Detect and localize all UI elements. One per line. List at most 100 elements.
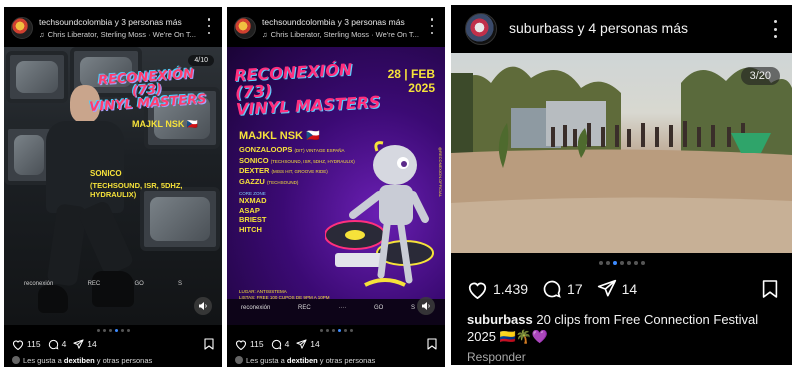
avatar	[235, 356, 243, 364]
volume-icon[interactable]	[417, 297, 435, 315]
artist-label: MAJKL NSK	[132, 119, 185, 129]
post-media[interactable]: 3/20	[451, 53, 792, 253]
comment-button[interactable]: 17	[542, 279, 583, 299]
avatar[interactable]	[234, 17, 256, 39]
comment-icon	[48, 339, 58, 349]
post-music[interactable]: ♫ Chris Liberator, Sterling Moss · We're …	[262, 30, 419, 39]
lineup-item: SONICO (TECHSOUND, ISR, 5DHZ, HYDRAULIX)	[239, 156, 359, 167]
comment-count: 4	[284, 339, 290, 349]
headliner: MAJKL NSK 🇨🇿	[239, 129, 359, 142]
avatar[interactable]	[11, 17, 33, 39]
carousel-indicator	[227, 329, 445, 332]
post-actions: 115 4 14	[12, 336, 214, 352]
headliner-label: MAJKL NSK	[239, 130, 303, 142]
post-author[interactable]: techsoundcolombia y 3 personas más	[39, 17, 182, 27]
share-count: 14	[310, 339, 320, 349]
lineup-item: DEXTER (MISS HIT, GROOVE RIDE)	[239, 166, 359, 177]
post-actions: 115 4 14	[235, 336, 437, 352]
liked-by[interactable]: Les gusta a dextiben y otras personas	[235, 356, 375, 365]
performer-name: SONICO	[90, 169, 122, 178]
event-date: 28 | FEB 2025	[388, 67, 435, 95]
lineup-note: (TECHSOUND, ISR, 5DHZ, HYDRAULIX)	[270, 158, 355, 164]
carousel-indicator	[4, 329, 222, 332]
poster-title: RECONEXIÓN (73) VINYL MASTERS	[81, 67, 213, 115]
vertical-handle: @RECONEXION.OFFICIAL	[438, 147, 443, 198]
share-button[interactable]: 14	[296, 338, 320, 350]
logo-go: GO	[134, 281, 144, 287]
slide-counter: 3/20	[740, 67, 780, 85]
lineup-note: (MISS HIT, GROOVE RIDE)	[271, 169, 328, 174]
share-button[interactable]: 14	[597, 279, 638, 299]
event-date-day: 28 | FEB	[387, 67, 435, 81]
caption-author[interactable]: suburbass	[467, 312, 533, 327]
comment-icon	[271, 339, 281, 349]
post-music[interactable]: ♫ Chris Liberator, Sterling Moss · We're …	[39, 30, 196, 39]
more-icon[interactable]	[770, 20, 780, 38]
liked-by-user[interactable]: dextiben	[287, 356, 318, 365]
post-media[interactable]: RECONEXIÓN (73) VINYL MASTERS MAJKL NSK …	[4, 47, 222, 325]
lineup-item: GONZALOOPS (DIT) VINTAGE ESPAÑA	[239, 145, 359, 156]
music-note-icon: ♫	[262, 30, 268, 39]
heart-icon	[468, 282, 487, 299]
post-panel-3: suburbass y 4 personas más 3/20 1.439 17…	[451, 5, 792, 365]
music-label: Chris Liberator, Sterling Moss · We're O…	[270, 30, 419, 39]
liked-by[interactable]: Les gusta a dextiben y otras personas	[12, 356, 152, 365]
logo-reconexion: reconexión	[241, 305, 271, 311]
comment-button[interactable]: 4	[48, 339, 67, 350]
sponsor-logos: reconexión REC GO S	[24, 279, 182, 289]
liked-by-prefix: Les gusta a	[246, 356, 287, 365]
post-panel-2: techsoundcolombia y 3 personas más ♫ Chri…	[227, 7, 445, 367]
share-icon	[73, 338, 84, 349]
post-panel-1: techsoundcolombia y 3 personas más ♫ Chri…	[4, 7, 222, 367]
liked-by-user[interactable]: dextiben	[64, 356, 95, 365]
post-author[interactable]: suburbass y 4 personas más	[509, 20, 688, 36]
poster-title: RECONEXIÓN (73) VINYL MASTERS	[234, 59, 386, 119]
volume-icon[interactable]	[194, 297, 212, 315]
share-count: 14	[621, 281, 638, 297]
avatar[interactable]	[465, 13, 497, 45]
music-note-icon: ♫	[39, 30, 45, 39]
logo-dots: ····	[338, 305, 347, 311]
comment-count: 4	[61, 339, 67, 349]
lineup-name: GAZZU	[239, 176, 265, 186]
post-actions: 1.439 17 14	[467, 277, 778, 301]
heart-icon	[235, 339, 247, 350]
comment-button[interactable]: 4	[271, 339, 290, 350]
heart-icon	[12, 339, 24, 350]
post-header: techsoundcolombia y 3 personas más ♫ Chri…	[4, 7, 222, 47]
carousel-indicator	[451, 261, 792, 265]
liked-by-prefix: Les gusta a	[23, 356, 64, 365]
like-count: 115	[250, 339, 264, 349]
sponsor-logos: reconexión REC ···· GO S	[241, 303, 415, 313]
post-media[interactable]: RECONEXIÓN (73) VINYL MASTERS 28 | FEB 2…	[227, 47, 445, 325]
bookmark-icon[interactable]	[762, 279, 778, 299]
like-button[interactable]: 115	[12, 339, 41, 350]
artist-name: MAJKL NSK 🇨🇿	[132, 119, 198, 130]
lineup-name: SONICO	[239, 155, 269, 165]
reply-button[interactable]: Responder	[467, 350, 526, 364]
post-header: techsoundcolombia y 3 personas más ♫ Chri…	[227, 7, 445, 47]
flag-icon: 🇨🇿	[306, 130, 320, 142]
share-button[interactable]: 14	[73, 338, 97, 350]
bookmark-icon[interactable]	[427, 338, 437, 350]
music-label: Chris Liberator, Sterling Moss · We're O…	[47, 30, 196, 39]
share-count: 14	[87, 339, 97, 349]
post-author[interactable]: techsoundcolombia y 3 personas más	[262, 17, 405, 27]
like-button[interactable]: 115	[235, 339, 264, 350]
liked-by-suffix: y otras personas	[94, 356, 153, 365]
lineup-note: (TECHSOUND)	[266, 179, 299, 185]
share-icon	[597, 279, 616, 297]
comment-count: 17	[567, 281, 583, 297]
like-button[interactable]: 1.439	[467, 280, 528, 299]
lineup-item: GAZZU (TECHSOUND)	[239, 177, 359, 188]
more-icon[interactable]	[427, 18, 437, 34]
post-caption: suburbass 20 clips from Free Connection …	[467, 311, 777, 345]
logo-rec: REC	[87, 281, 101, 287]
core-item: BRIEST	[239, 215, 267, 224]
more-icon[interactable]	[204, 18, 214, 34]
logo-s: S	[177, 281, 182, 287]
festival-photo	[451, 66, 792, 253]
liked-by-suffix: y otras personas	[317, 356, 376, 365]
post-header: suburbass y 4 personas más	[451, 5, 792, 53]
bookmark-icon[interactable]	[204, 338, 214, 350]
